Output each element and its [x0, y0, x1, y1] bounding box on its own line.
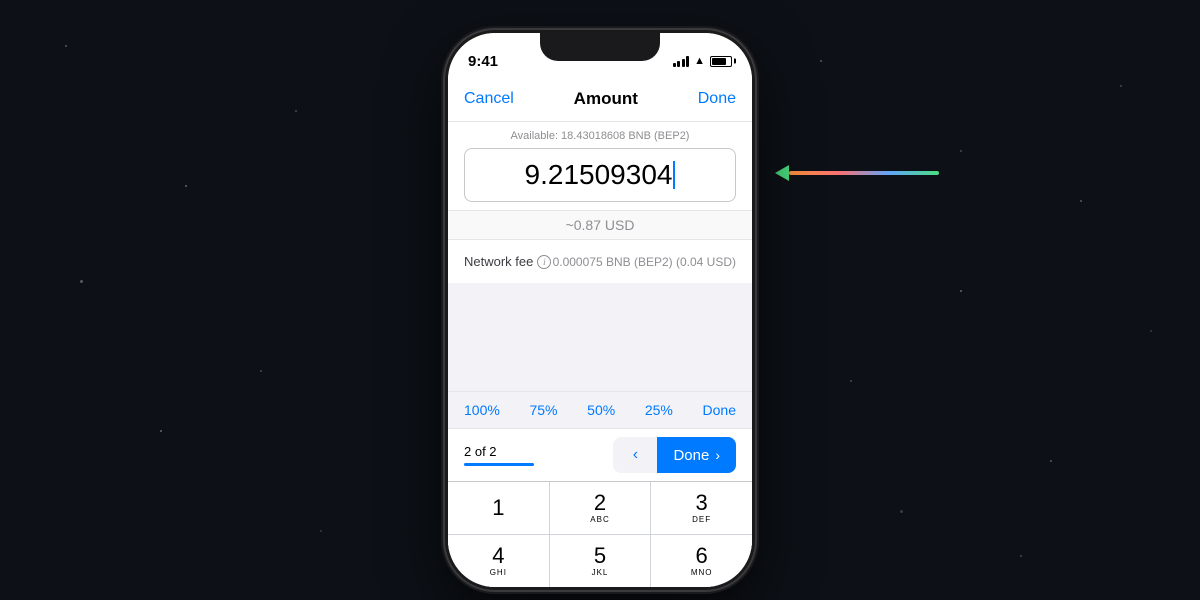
step-back-button[interactable]: ‹ [613, 437, 657, 473]
cancel-button[interactable]: Cancel [464, 90, 514, 108]
header-done-button[interactable]: Done [698, 90, 736, 108]
key-2[interactable]: 2 ABC [550, 482, 651, 534]
percent-50-button[interactable]: 50% [587, 402, 615, 418]
network-fee-value: 0.000075 BNB (BEP2) (0.04 USD) [553, 255, 736, 269]
battery-icon [710, 56, 732, 67]
key-1[interactable]: 1 [448, 482, 549, 534]
step-info: 2 of 2 [464, 444, 534, 466]
text-cursor [673, 161, 675, 189]
phone-screen: 9:41 ▲ Cancel Amount Done [448, 33, 752, 587]
arrow-head-icon [775, 165, 789, 181]
network-fee-text: Network fee [464, 254, 533, 269]
content-spacer [448, 283, 752, 391]
chevron-right-icon: › [715, 447, 720, 463]
key-4[interactable]: 4 GHI [448, 535, 549, 587]
status-time: 9:41 [468, 53, 498, 70]
percent-row: 100% 75% 50% 25% Done [448, 391, 752, 428]
arrow-line [789, 171, 939, 175]
status-icons: ▲ [673, 55, 732, 67]
header: Cancel Amount Done [448, 77, 752, 122]
signal-icon [673, 56, 690, 67]
amount-input-container[interactable]: 9.21509304 [464, 148, 736, 202]
notch [540, 33, 660, 61]
key-6[interactable]: 6 MNO [651, 535, 752, 587]
amount-value: 9.21509304 [525, 159, 673, 191]
step-navigation: ‹ Done › [613, 437, 736, 473]
page-title: Amount [574, 89, 638, 109]
keypad: 1 2 ABC 3 DEF 4 GHI 5 JKL [448, 481, 752, 587]
step-indicator-row: 2 of 2 ‹ Done › [448, 428, 752, 481]
percent-done-button[interactable]: Done [703, 402, 736, 418]
step-text: 2 of 2 [464, 444, 534, 459]
percent-25-button[interactable]: 25% [645, 402, 673, 418]
phone-frame: 9:41 ▲ Cancel Amount Done [445, 30, 755, 590]
step-progress-bar [464, 463, 534, 466]
percent-100-button[interactable]: 100% [464, 402, 500, 418]
key-5[interactable]: 5 JKL [550, 535, 651, 587]
info-icon[interactable]: i [537, 255, 551, 269]
usd-equivalent: ~0.87 USD [448, 210, 752, 239]
wifi-icon: ▲ [694, 55, 705, 67]
step-progress-fill [464, 463, 534, 466]
percent-75-button[interactable]: 75% [529, 402, 557, 418]
step-done-label: Done [673, 447, 709, 464]
network-fee-label: Network fee i [464, 254, 551, 269]
screen-content: Cancel Amount Done Available: 18.4301860… [448, 77, 752, 587]
status-bar: 9:41 ▲ [448, 33, 752, 77]
step-done-button[interactable]: Done › [657, 437, 736, 473]
key-3[interactable]: 3 DEF [651, 482, 752, 534]
available-balance-text: Available: 18.43018608 BNB (BEP2) [464, 130, 736, 142]
amount-section: Available: 18.43018608 BNB (BEP2) 9.2150… [448, 122, 752, 210]
network-fee-row: Network fee i 0.000075 BNB (BEP2) (0.04 … [448, 239, 752, 283]
arrow-indicator [775, 165, 939, 181]
